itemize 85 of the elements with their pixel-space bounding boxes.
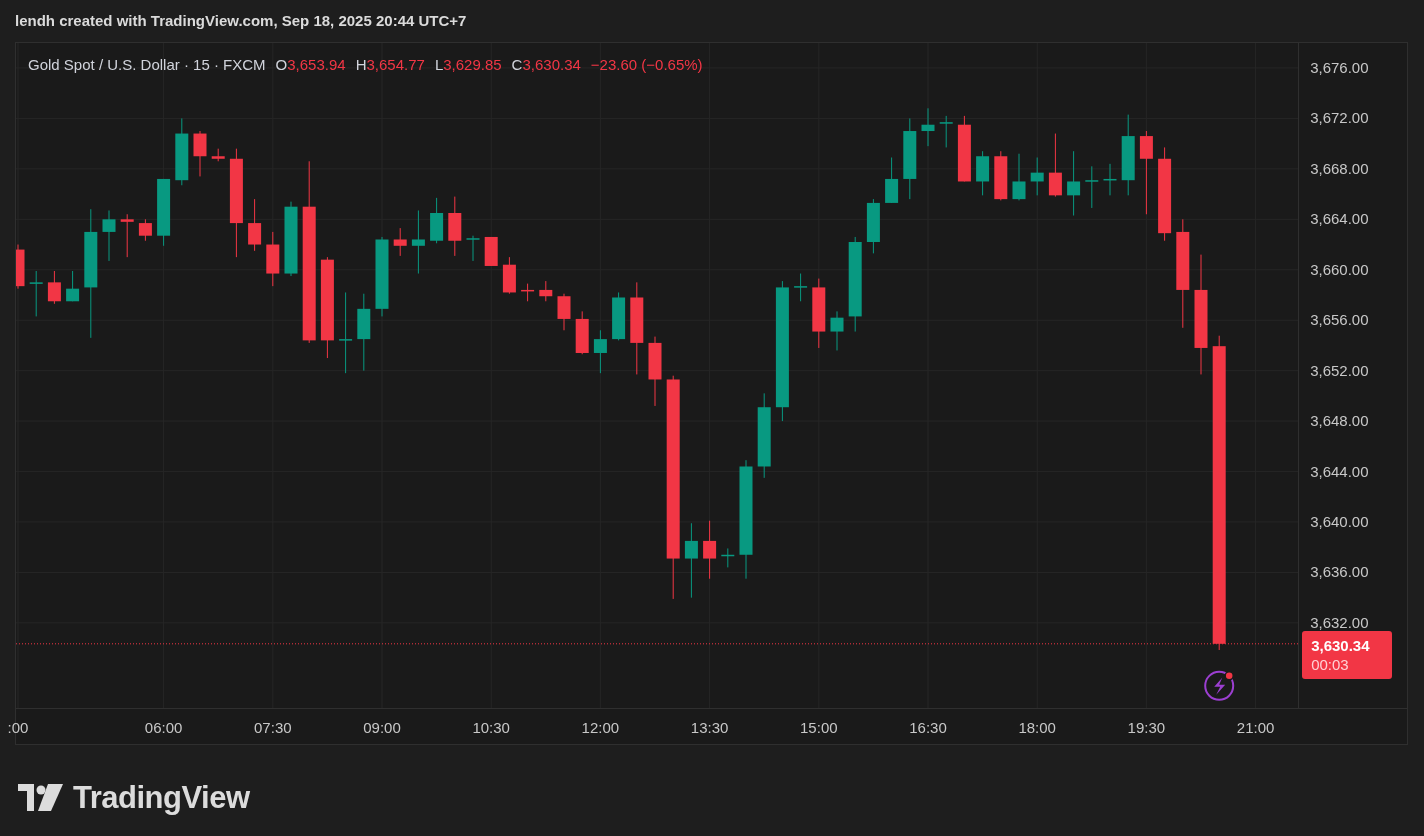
candlestick	[484, 236, 498, 267]
time-axis-label: 07:30	[254, 718, 292, 738]
time-axis-label: 19:30	[1127, 718, 1166, 738]
candlestick	[502, 256, 516, 295]
brand-name: TradingView	[73, 779, 250, 817]
candlestick	[812, 278, 826, 349]
price-axis-label: 3,640.00	[1310, 512, 1369, 531]
candlestick	[612, 291, 626, 341]
price-axis-label: 3,660.00	[1310, 260, 1369, 279]
ohlc-label: H	[355, 55, 367, 75]
candlestick	[193, 130, 207, 177]
time-axis-label: 09:00	[363, 718, 401, 738]
price-axis-label: 3,676.00	[1310, 58, 1369, 77]
candlestick	[411, 210, 425, 275]
candlestick	[393, 227, 407, 257]
candlestick	[448, 196, 462, 257]
candlestick	[976, 150, 990, 196]
candlestick	[157, 178, 171, 247]
candlestick	[29, 270, 43, 317]
candlestick	[1103, 163, 1117, 196]
candlestick	[66, 270, 80, 302]
candlestick	[248, 198, 262, 252]
candlestick	[521, 283, 535, 302]
candlestick	[921, 107, 935, 147]
ohlc-label: L	[434, 55, 444, 75]
candlestick	[138, 218, 152, 242]
candlestick	[120, 213, 134, 258]
ohlc-label: O	[275, 55, 288, 75]
price-axis-label: 3,668.00	[1310, 159, 1369, 178]
candlestick	[557, 293, 571, 331]
logo-icon	[18, 783, 63, 814]
price-axis-label: 3,648.00	[1310, 412, 1369, 431]
time-axis-label: 10:30	[472, 718, 510, 738]
candlestick	[703, 520, 717, 580]
ohlc-value: 3,630.34	[522, 55, 581, 75]
price-axis-label: 3,652.00	[1310, 361, 1369, 380]
candlestick	[1030, 157, 1044, 196]
candlestick	[939, 115, 953, 148]
candlestick	[575, 310, 589, 355]
candlestick	[994, 150, 1008, 201]
time-axis-label: 06:00	[144, 718, 183, 738]
candlestick	[830, 310, 844, 351]
candlestick	[885, 157, 899, 204]
time-axis-label: 21:00	[1236, 718, 1275, 738]
lightning-icon[interactable]	[1204, 670, 1235, 701]
candlestick	[1085, 165, 1099, 209]
price-axis-label: 3,632.00	[1310, 613, 1369, 632]
candlestick	[211, 148, 225, 162]
candlestick	[1012, 153, 1026, 201]
chart-title: lendh created with TradingView.com, Sep 18, 2025 20:44 UTC+7	[15, 10, 467, 31]
candlestick	[1048, 133, 1062, 198]
candlestick	[175, 117, 189, 186]
price-axis-label: 3,656.00	[1310, 311, 1369, 330]
last-price: 3,630.34	[1311, 635, 1371, 655]
price-change: −23.60 (−0.65%)	[590, 55, 703, 75]
time-axis-label: 13:30	[690, 718, 729, 738]
price-axis-label: 3,672.00	[1310, 109, 1369, 128]
bar-countdown: 00:03	[1311, 654, 1350, 674]
ohlc-value: 3,653.94	[287, 55, 346, 75]
candlestick	[266, 231, 280, 287]
candlestick	[866, 198, 880, 254]
time-axis-label: :00	[7, 718, 29, 738]
ohlc-value: 3,654.77	[366, 55, 425, 75]
price-axis-label: 3,664.00	[1310, 210, 1369, 229]
candlestick	[1067, 150, 1081, 216]
time-axis-label: 18:00	[1018, 718, 1056, 738]
candlestick	[593, 329, 607, 374]
candlestick	[430, 197, 444, 244]
candlestick	[16, 244, 25, 290]
candlestick	[794, 273, 808, 302]
candlestick	[466, 235, 480, 262]
price-axis-label: 3,636.00	[1310, 563, 1369, 582]
candlestick	[721, 547, 735, 568]
symbol-title: Gold Spot / U.S. Dollar · 15 · FXCM	[28, 55, 266, 75]
price-axis-label: 3,644.00	[1310, 462, 1369, 481]
candlestick	[539, 280, 553, 302]
time-axis-label: 12:00	[581, 718, 620, 738]
ohlc-value: 3,629.85	[443, 55, 502, 75]
time-axis-label: 15:00	[800, 718, 838, 738]
candlestick	[957, 115, 971, 182]
candlestick	[102, 210, 116, 262]
candlestick	[648, 336, 662, 407]
time-axis-label: 16:30	[909, 718, 947, 738]
candlestick	[47, 270, 61, 305]
ohlc-label: C	[511, 55, 523, 75]
